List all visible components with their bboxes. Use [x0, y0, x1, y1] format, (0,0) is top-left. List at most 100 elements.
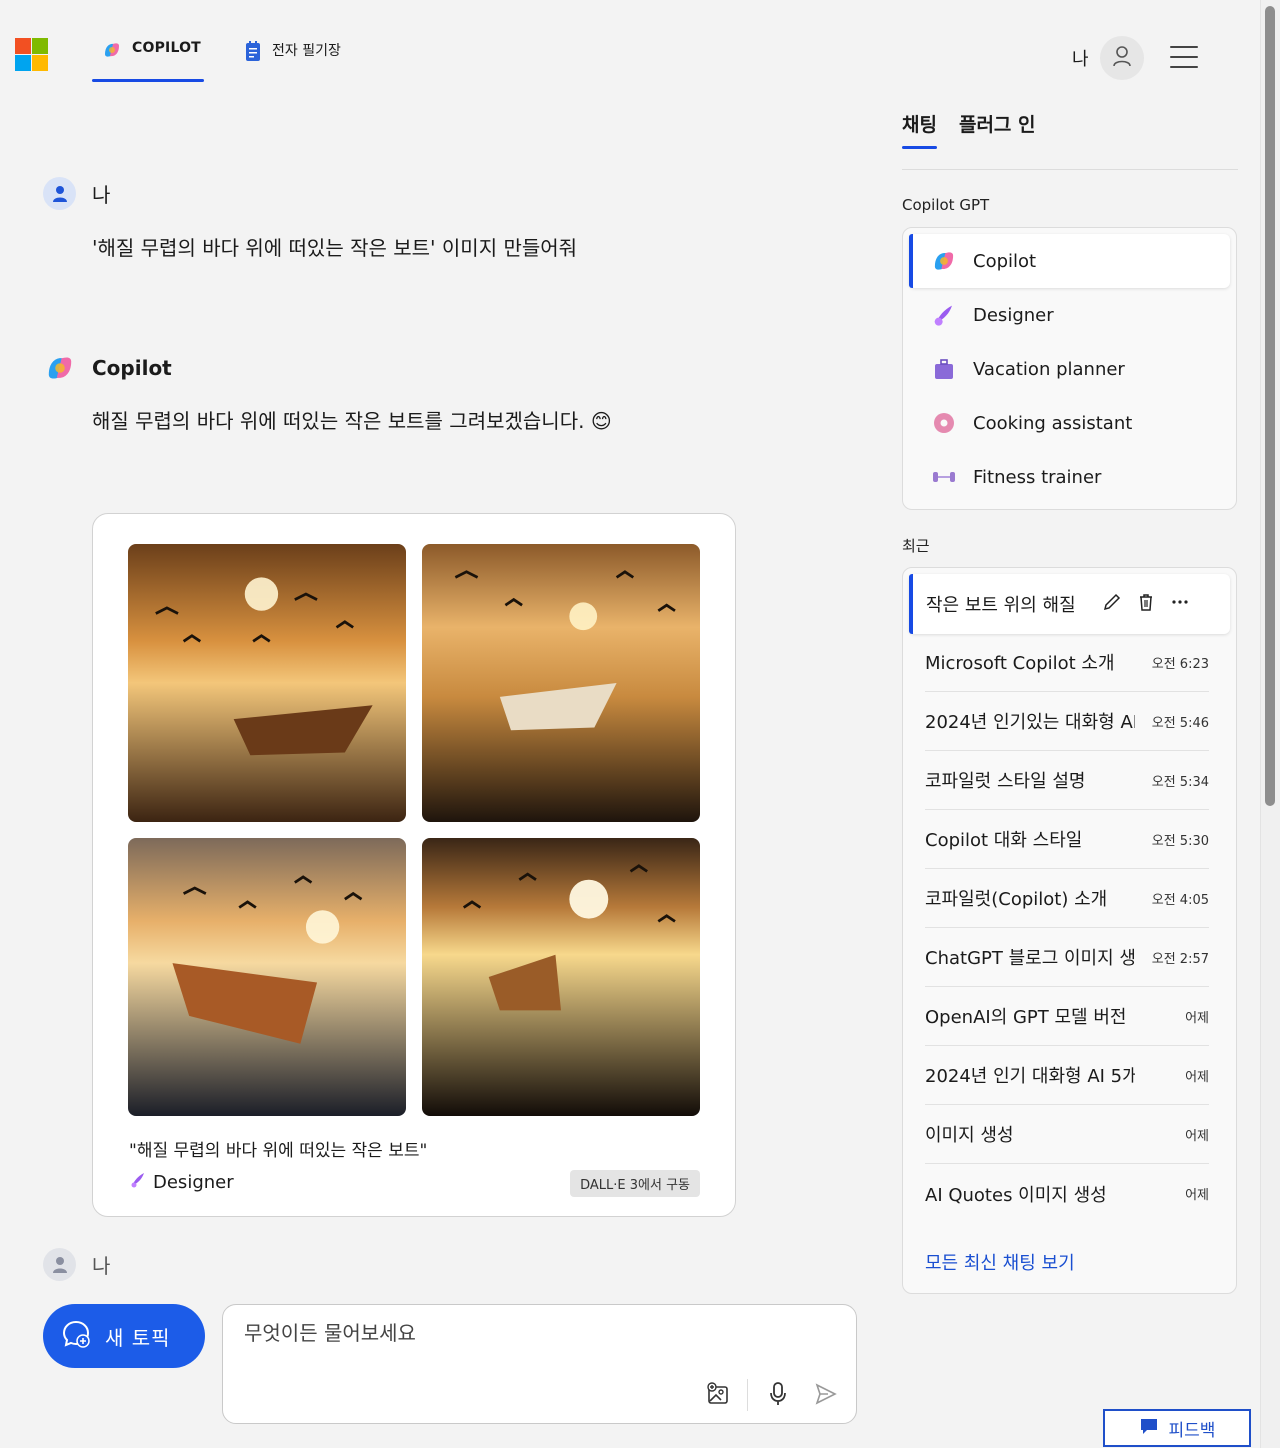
trash-icon[interactable]: [1136, 592, 1156, 616]
recent-item-time: 어제: [1185, 1010, 1209, 1026]
recent-item[interactable]: 2024년 인기 대화형 AI 5개 어제: [925, 1046, 1209, 1105]
chat-bubble-icon: [1139, 1417, 1159, 1440]
recent-chats: 작은 보트 위의 해질 Microsoft Copilot 소개 오전 6:23…: [902, 567, 1237, 1294]
feedback-button[interactable]: 피드백: [1103, 1409, 1251, 1447]
recent-item-time: 어제: [1185, 1188, 1209, 1203]
recent-item[interactable]: AI Quotes 이미지 생성 어제: [925, 1164, 1209, 1223]
recent-item-title: Copilot 대화 스타일: [925, 830, 1083, 851]
sidebar-divider: [902, 169, 1238, 170]
person-icon: [1112, 45, 1132, 71]
new-chat-icon: [61, 1319, 91, 1354]
feedback-label: 피드백: [1168, 1420, 1216, 1441]
tab-notebook-label: 전자 필기장: [272, 43, 341, 59]
recent-item-title: 작은 보트 위의 해질: [926, 595, 1076, 616]
sidebar-tabs: 채팅 플러그 인: [902, 110, 1036, 149]
recent-item[interactable]: ChatGPT 블로그 이미지 생성 오전 2:57: [925, 928, 1209, 987]
dumbbell-icon: [931, 464, 957, 490]
designer-label: Designer: [153, 1172, 234, 1193]
gpt-item-cooking-assistant[interactable]: Cooking assistant: [909, 396, 1230, 450]
recent-section-label: 최근: [902, 537, 930, 555]
recent-item[interactable]: 코파일럿(Copilot) 소개 오전 4:05: [925, 869, 1209, 928]
recent-item-title: 이미지 생성: [925, 1125, 1014, 1146]
recent-item-title: AI Quotes 이미지 생성: [925, 1184, 1107, 1206]
recent-item[interactable]: 2024년 인기있는 대화형 AI 오전 5:46: [925, 692, 1209, 751]
user-avatar: [43, 177, 76, 210]
recent-item-time: 오전 5:30: [1151, 833, 1209, 849]
bot-message-header: Copilot: [43, 351, 172, 384]
recent-item[interactable]: Copilot 대화 스타일 오전 5:30: [925, 810, 1209, 869]
copilot-icon: [931, 248, 957, 274]
designer-source[interactable]: Designer: [129, 1171, 234, 1194]
copilot-icon: [102, 40, 122, 64]
gpt-item-fitness-trainer[interactable]: Fitness trainer: [909, 450, 1230, 504]
recent-item-title: OpenAI의 GPT 모델 버전: [925, 1007, 1127, 1028]
generated-image-2[interactable]: [422, 544, 700, 822]
gpt-item-vacation-planner[interactable]: Vacation planner: [909, 342, 1230, 396]
recent-item-title: 코파일럿(Copilot) 소개: [925, 889, 1108, 910]
chat-input[interactable]: [244, 1321, 824, 1345]
recent-item-time: 오전 2:57: [1151, 951, 1209, 967]
recent-item-title: Microsoft Copilot 소개: [925, 653, 1115, 674]
recent-item-time: 어제: [1185, 1069, 1209, 1085]
menu-button[interactable]: [1170, 46, 1198, 68]
send-icon[interactable]: [813, 1381, 839, 1407]
recent-item-time: 오전 5:46: [1151, 715, 1209, 731]
notebook-icon: [244, 40, 262, 66]
add-image-icon[interactable]: [705, 1381, 731, 1407]
microsoft-logo[interactable]: [15, 38, 48, 71]
gpt-item-copilot[interactable]: Copilot: [909, 234, 1230, 288]
generated-image-3[interactable]: [128, 838, 406, 1116]
designer-icon: [931, 302, 957, 328]
recent-item-title: ChatGPT 블로그 이미지 생성: [925, 948, 1135, 969]
sidebar-tab-plugins[interactable]: 플러그 인: [959, 110, 1036, 149]
donut-icon: [931, 410, 957, 436]
designer-icon: [129, 1171, 147, 1194]
recent-item-active[interactable]: 작은 보트 위의 해질: [909, 574, 1230, 634]
account-button[interactable]: [1100, 36, 1144, 80]
recent-item[interactable]: 코파일럿 스타일 설명 오전 5:34: [925, 751, 1209, 810]
page-scrollbar[interactable]: [1260, 0, 1280, 1448]
user-avatar: [43, 1248, 76, 1281]
microphone-icon[interactable]: [765, 1381, 791, 1407]
sidebar-tab-chat[interactable]: 채팅: [902, 110, 937, 149]
generated-image-4[interactable]: [422, 838, 700, 1116]
suitcase-icon: [931, 356, 957, 382]
gpt-label: Cooking assistant: [973, 412, 1133, 434]
recent-item-title: 2024년 인기 대화형 AI 5개: [925, 1066, 1135, 1087]
new-topic-button[interactable]: 새 토픽: [43, 1304, 205, 1368]
tab-copilot-label: COPILOT: [132, 40, 201, 56]
generated-image-1[interactable]: [128, 544, 406, 822]
edit-icon[interactable]: [1102, 592, 1122, 616]
image-caption: "해질 무렵의 바다 위에 떠있는 작은 보트": [129, 1141, 428, 1161]
new-topic-label: 새 토픽: [105, 1325, 171, 1350]
recent-item[interactable]: 이미지 생성 어제: [925, 1105, 1209, 1164]
next-user-name: 나: [92, 1254, 111, 1278]
bot-message: 해질 무렵의 바다 위에 떠있는 작은 보트를 그려보겠습니다. 😊: [92, 409, 612, 433]
user-name: 나: [92, 183, 111, 207]
user-message-header: 나: [43, 177, 110, 210]
bot-name: Copilot: [92, 355, 172, 380]
gpt-list: Copilot Designer Vacation planner Cookin…: [902, 227, 1237, 510]
gpt-label: Copilot: [973, 250, 1037, 272]
user-name-label: 나: [1072, 49, 1089, 70]
recent-item-title: 2024년 인기있는 대화형 AI: [925, 712, 1135, 733]
next-user-header: 나: [43, 1248, 110, 1281]
recent-item[interactable]: OpenAI의 GPT 모델 버전 어제: [925, 987, 1209, 1046]
recent-item-time: 오전 4:05: [1151, 892, 1209, 908]
recent-item-time: 어제: [1185, 1128, 1209, 1144]
tab-notebook[interactable]: 전자 필기장: [244, 40, 341, 82]
generated-image-card: "해질 무렵의 바다 위에 떠있는 작은 보트" Designer DALL·E…: [92, 513, 736, 1217]
see-all-chats-link[interactable]: 모든 최신 채팅 보기: [925, 1249, 1075, 1275]
gpt-label: Designer: [973, 304, 1054, 326]
scrollbar-thumb[interactable]: [1265, 6, 1275, 806]
gpt-item-designer[interactable]: Designer: [909, 288, 1230, 342]
tab-copilot[interactable]: COPILOT: [92, 40, 204, 82]
user-message: '해질 무렵의 바다 위에 떠있는 작은 보트' 이미지 만들어줘: [92, 236, 578, 260]
copilot-icon: [43, 351, 76, 384]
recent-item[interactable]: Microsoft Copilot 소개 오전 6:23: [925, 633, 1209, 692]
chat-composer: [222, 1304, 857, 1424]
recent-item-title: 코파일럿 스타일 설명: [925, 771, 1086, 792]
gpt-section-label: Copilot GPT: [902, 196, 990, 214]
recent-item-time: 오전 6:23: [1151, 656, 1209, 672]
more-icon[interactable]: [1170, 592, 1190, 616]
